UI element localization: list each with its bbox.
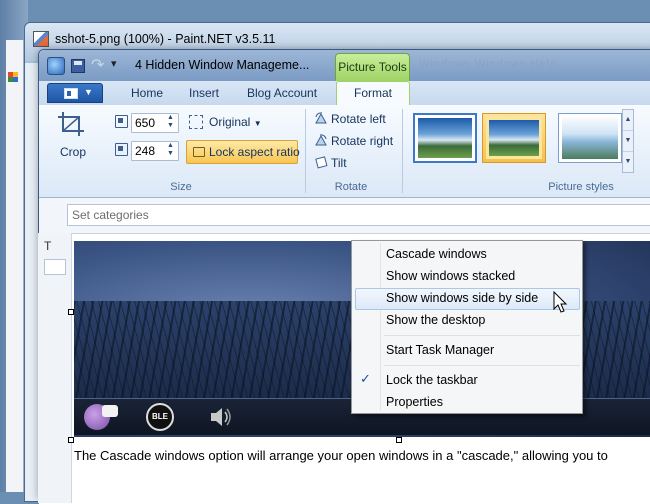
picture-style-1[interactable] [413, 113, 477, 163]
menu-item-show-the-desktop[interactable]: Show the desktop [386, 313, 485, 327]
rotate-group-label: Rotate [334, 181, 368, 193]
writer-app-icon[interactable] [47, 57, 65, 75]
tilt-icon[interactable] [313, 155, 329, 171]
side-panel-letter: T [44, 239, 52, 253]
lock-aspect-ratio-button[interactable]: Lock aspect ratio [186, 140, 300, 164]
gallery-up-icon[interactable]: ▲ [623, 110, 633, 131]
side-panel-box[interactable] [44, 259, 66, 275]
background-menu-faded: Windows Windows Help [419, 58, 557, 70]
height-spinner[interactable]: ▲ ▼ [166, 142, 175, 160]
picture-style-2-selected[interactable] [482, 113, 546, 163]
menu-item-show-windows-stacked[interactable]: Show windows stacked [386, 269, 515, 283]
picture-style-3[interactable] [558, 113, 622, 163]
speaker-icon [211, 408, 231, 426]
side-panel-edge: T [38, 233, 72, 503]
crop-icon[interactable] [57, 111, 85, 137]
browser-logo-icon [8, 72, 18, 102]
app-menu-icon [64, 88, 78, 99]
menu-gutter [380, 243, 381, 411]
mouse-cursor-icon [553, 291, 568, 313]
tab-home[interactable]: Home [131, 86, 163, 100]
size-group-label: Size [170, 181, 192, 193]
rotate-left-button[interactable]: Rotate left [331, 112, 386, 126]
gallery-more-icon[interactable]: ▼ [623, 152, 633, 173]
categories-bar: Set categories [39, 198, 650, 234]
tab-insert[interactable]: Insert [189, 86, 219, 100]
gallery-scrollbar[interactable]: ▲ ▼ ▼ [622, 109, 634, 173]
aspect-ratio-icon [193, 147, 205, 157]
taskbar-context-menu: Cascade windows Show windows stacked Sho… [351, 240, 583, 414]
categories-input[interactable]: Set categories [67, 204, 650, 226]
picture-tools-contextual-label: Picture Tools [335, 53, 410, 81]
background-window-panel [6, 40, 24, 492]
tab-blog-account[interactable]: Blog Account [247, 86, 317, 100]
redo-icon[interactable]: ↷ [91, 55, 104, 75]
rotate-right-icon[interactable] [313, 133, 329, 149]
menu-item-properties[interactable]: Properties [386, 395, 443, 409]
height-icon [115, 143, 128, 156]
menu-item-show-windows-side-by-side[interactable]: Show windows side by side [386, 291, 538, 305]
chevron-down-icon: ▼ [253, 119, 262, 128]
lock-aspect-ratio-label: Lock aspect ratio [209, 145, 300, 159]
original-size-dropdown[interactable]: Original ▼ [209, 115, 262, 129]
resize-handle-bottom[interactable] [396, 437, 402, 443]
tilt-button[interactable]: Tilt [331, 156, 347, 170]
chevron-down-icon: ▼ [84, 87, 93, 97]
checkmark-icon: ✓ [360, 371, 371, 386]
chat-bubble-icon [102, 405, 118, 417]
crop-button-label[interactable]: Crop [60, 145, 86, 159]
menu-separator [384, 365, 580, 366]
width-icon [115, 115, 128, 128]
rotate-right-button[interactable]: Rotate right [331, 134, 393, 148]
original-size-label: Original [209, 115, 251, 129]
application-menu-button[interactable]: ▼ [47, 83, 103, 103]
menu-item-start-task-manager[interactable]: Start Task Manager [386, 343, 494, 357]
paintnet-app-icon [33, 31, 49, 47]
post-body-text[interactable]: The Cascade windows option will arrange … [74, 448, 650, 463]
quick-access-dropdown-icon[interactable]: ▾ [111, 57, 117, 70]
tab-format[interactable]: Format [336, 81, 410, 106]
menu-item-cascade-windows[interactable]: Cascade windows [386, 247, 487, 261]
group-separator [402, 109, 403, 193]
ble-icon: BLE [146, 403, 174, 431]
save-icon[interactable] [71, 59, 85, 73]
writer-window-title: 4 Hidden Window Manageme... [135, 58, 310, 72]
gallery-down-icon[interactable]: ▼ [623, 131, 633, 152]
ribbon-tab-row: ▼ Home Insert Blog Account Format [39, 81, 650, 106]
resize-handle-left[interactable] [68, 309, 74, 315]
group-separator [305, 109, 306, 193]
original-size-icon [189, 115, 203, 129]
paintnet-window-title: sshot-5.png (100%) - Paint.NET v3.5.11 [55, 32, 276, 46]
menu-separator [384, 335, 580, 336]
writer-titlebar[interactable]: ↷ ▾ 4 Hidden Window Manageme... Picture … [39, 50, 650, 81]
rotate-left-icon[interactable] [313, 111, 329, 127]
picture-styles-group-label: Picture styles [548, 181, 614, 193]
ribbon-format-panel: Crop 650 ▲ ▼ 248 ▲ ▼ Original ▼ Lock aspec… [39, 105, 650, 198]
menu-item-lock-the-taskbar[interactable]: Lock the taskbar [386, 373, 478, 387]
width-spinner[interactable]: ▲ ▼ [166, 114, 175, 132]
resize-handle-bottom-left[interactable] [68, 437, 74, 443]
